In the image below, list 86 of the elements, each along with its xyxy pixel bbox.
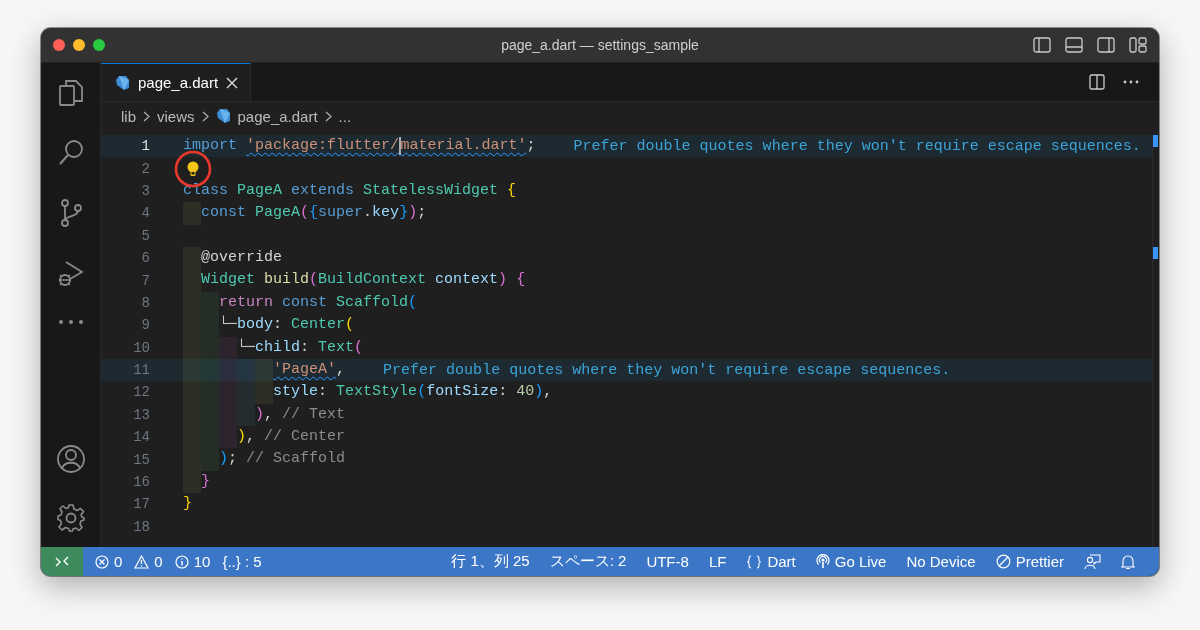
code-line: import 'package:flutter/material.dart'; — [183, 136, 536, 158]
status-item[interactable]: Prettier — [1015, 553, 1064, 570]
line-number: 18 — [132, 518, 150, 535]
settings-icon[interactable] — [55, 503, 86, 533]
ban-icon[interactable] — [995, 554, 1011, 569]
line-number: 17 — [132, 496, 150, 513]
status-item[interactable]: {..} : 5 — [222, 553, 262, 570]
account-icon[interactable] — [55, 444, 86, 474]
status-item[interactable]: UTF-8 — [646, 553, 689, 570]
line-number: 12 — [132, 384, 150, 401]
code-line: } — [183, 494, 192, 515]
overview-ruler-mark — [1153, 135, 1158, 147]
code-line: style: TextStyle(fontSize: 40), — [183, 381, 553, 404]
chevron-right-icon — [201, 110, 209, 122]
zoom-window-button[interactable] — [93, 39, 105, 51]
remote-button[interactable] — [41, 547, 83, 576]
warning-icon[interactable] — [134, 554, 150, 569]
line-number: 1 — [140, 138, 150, 155]
overview-ruler-mark — [1153, 247, 1158, 259]
status-item[interactable]: 行 1、列 25 — [451, 552, 530, 571]
breadcrumb-item[interactable]: views — [157, 107, 195, 125]
lightbulb-icon[interactable] — [187, 160, 199, 177]
bell-icon[interactable] — [1121, 553, 1135, 570]
line-number: 5 — [140, 227, 150, 244]
chevron-right-icon — [143, 110, 150, 122]
close-window-button[interactable] — [53, 39, 65, 51]
status-item[interactable]: Dart — [767, 553, 796, 570]
code-line: return const Scaffold( — [183, 291, 418, 315]
split-editor-icon[interactable] — [1089, 74, 1105, 90]
minimize-window-button[interactable] — [73, 39, 85, 51]
line-number: 14 — [132, 429, 150, 446]
dart-file-icon — [115, 74, 130, 91]
breadcrumb-item[interactable]: page_a.dart — [237, 107, 318, 125]
code-line: 'PageA', — [183, 358, 346, 382]
code-line: └─body: Center( — [183, 314, 355, 337]
line-number: 10 — [132, 339, 150, 356]
status-item[interactable]: Go Live — [834, 553, 887, 570]
braces-icon[interactable] — [746, 554, 763, 569]
code-line: ), // Center — [183, 426, 346, 449]
code-line: Widget build(BuildContext context) { — [183, 269, 526, 292]
dart-file-icon — [215, 108, 231, 124]
error-icon[interactable] — [95, 554, 109, 569]
chevron-right-icon — [324, 110, 332, 122]
status-item[interactable]: 0 — [114, 553, 123, 570]
line-number: 16 — [132, 474, 150, 491]
code-line: ), // Text — [183, 403, 346, 427]
remote-icon — [55, 555, 69, 568]
line-number: 4 — [140, 205, 150, 222]
line-number: 3 — [140, 182, 150, 199]
line-number: 13 — [132, 406, 150, 423]
line-number: 9 — [140, 317, 150, 334]
customize-layout-icon[interactable] — [1129, 37, 1147, 53]
line-number: 7 — [140, 272, 150, 289]
run-debug-icon[interactable] — [56, 258, 85, 288]
line-number: 6 — [140, 250, 150, 267]
close-icon[interactable] — [226, 76, 239, 89]
code-line: └─child: Text( — [183, 336, 364, 359]
status-item[interactable]: LF — [708, 553, 727, 570]
toggle-panel-icon[interactable] — [1065, 37, 1083, 53]
status-item[interactable]: No Device — [906, 553, 976, 570]
inline-diagnostic: Prefer double quotes where they won't require escape sequences. — [573, 137, 1141, 155]
code-line: @override — [183, 246, 283, 270]
status-item[interactable]: 0 — [154, 553, 163, 570]
window-title: page_a.dart — settings_sample — [501, 37, 699, 53]
toggle-sidebar-icon[interactable] — [1033, 37, 1051, 53]
info-icon[interactable] — [174, 554, 189, 569]
code-line: class PageA extends StatelessWidget { — [183, 180, 517, 201]
code-line: ); // Scaffold — [183, 448, 346, 471]
toggle-secondary-sidebar-icon[interactable] — [1097, 37, 1115, 53]
status-item[interactable]: 10 — [193, 553, 211, 570]
line-number: 11 — [132, 362, 150, 379]
breadcrumb-item[interactable]: ... — [338, 107, 352, 125]
inline-diagnostic: Prefer double quotes where they won't require escape sequences. — [383, 361, 951, 379]
code-line: const PageA({super.key}); — [183, 202, 427, 225]
line-number: 15 — [132, 451, 150, 468]
files-icon[interactable] — [56, 78, 85, 108]
breadcrumb-item[interactable]: lib — [121, 107, 136, 125]
line-number: 2 — [140, 160, 150, 177]
feedback-icon[interactable] — [1084, 553, 1101, 570]
broadcast-icon[interactable] — [815, 554, 830, 569]
editor-tab[interactable]: page_a.dart — [101, 63, 252, 101]
code-line: } — [183, 470, 211, 494]
status-item[interactable]: スペース: 2 — [549, 552, 627, 571]
more-actions-icon[interactable] — [1123, 80, 1139, 84]
more-icon[interactable] — [56, 318, 85, 326]
line-number: 8 — [140, 294, 150, 311]
